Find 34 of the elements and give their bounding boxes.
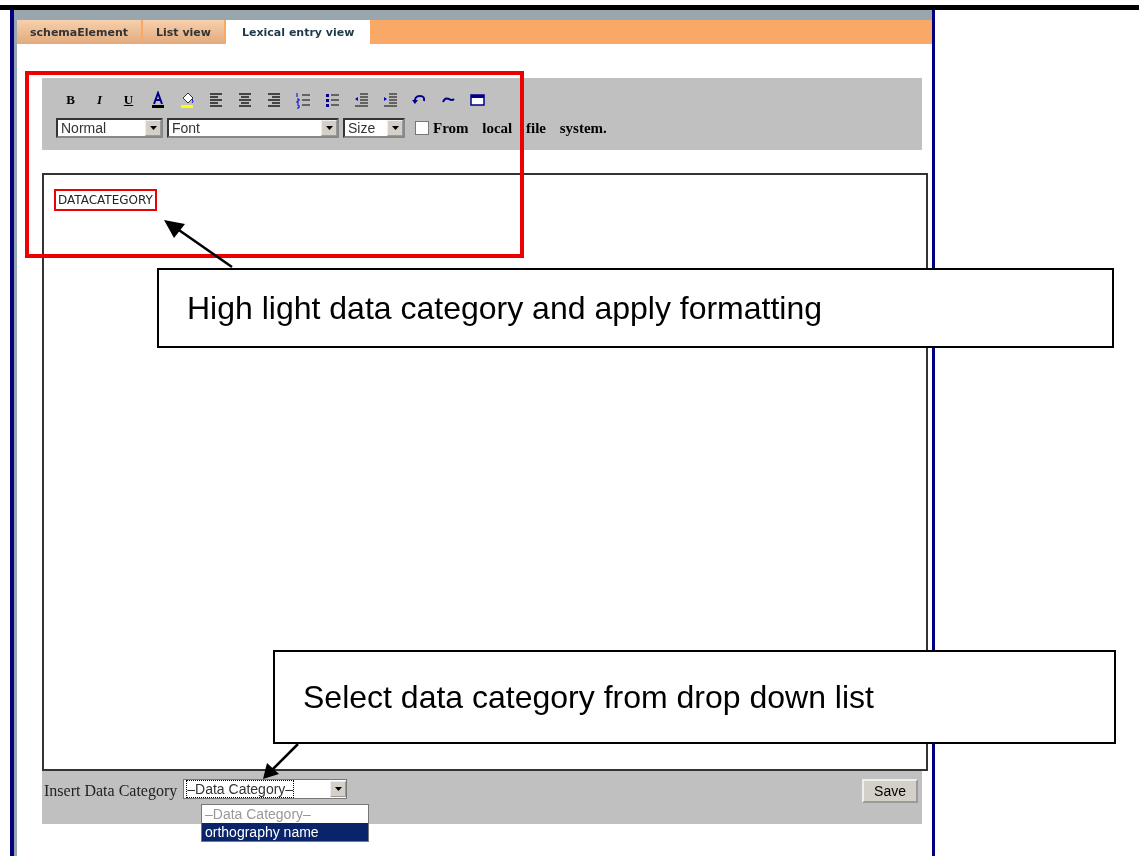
- data-category-dropdown[interactable]: –Data Category–: [183, 779, 348, 799]
- bullet-list-icon: [323, 91, 340, 109]
- outdent-icon: [352, 91, 369, 109]
- caret-icon: [324, 124, 334, 132]
- dropdown-option[interactable]: orthography name: [202, 823, 368, 841]
- caret-icon: [333, 785, 343, 793]
- align-left-icon: [207, 91, 224, 109]
- tab[interactable]: schemaElement: [17, 20, 141, 44]
- window-icon: [468, 91, 485, 109]
- italic-button[interactable]: I: [85, 89, 114, 111]
- checkbox-label: From local file system.: [433, 119, 607, 137]
- fill-color-icon: [178, 91, 195, 109]
- caret-icon: [148, 124, 158, 132]
- field-label: Insert Data Category: [44, 782, 178, 800]
- save-button[interactable]: Save: [862, 779, 918, 803]
- tab[interactable]: Lexical entry view: [226, 20, 371, 44]
- callout-text: High light data category and apply formatting: [157, 268, 1114, 348]
- editor-text: DATACATEGORY: [54, 189, 157, 211]
- size-dropdown[interactable]: Size: [343, 118, 405, 138]
- checkbox[interactable]: [415, 121, 429, 135]
- font-dropdown[interactable]: Font: [167, 118, 339, 138]
- numbered-list-icon: [294, 91, 311, 109]
- pointer-arrow: [263, 743, 299, 779]
- tab[interactable]: List view: [143, 20, 224, 44]
- pointer-arrow: [164, 220, 233, 269]
- text-color-icon: [149, 91, 166, 109]
- style-dropdown[interactable]: Normal: [56, 118, 163, 138]
- caret-icon: [390, 124, 400, 132]
- align-right-icon: [265, 91, 282, 109]
- bold-button[interactable]: B: [56, 89, 85, 111]
- underline-button[interactable]: U: [114, 89, 143, 111]
- callout-text: Select data category from drop down list: [273, 650, 1116, 744]
- indent-icon: [381, 91, 398, 109]
- align-center-icon: [236, 91, 253, 109]
